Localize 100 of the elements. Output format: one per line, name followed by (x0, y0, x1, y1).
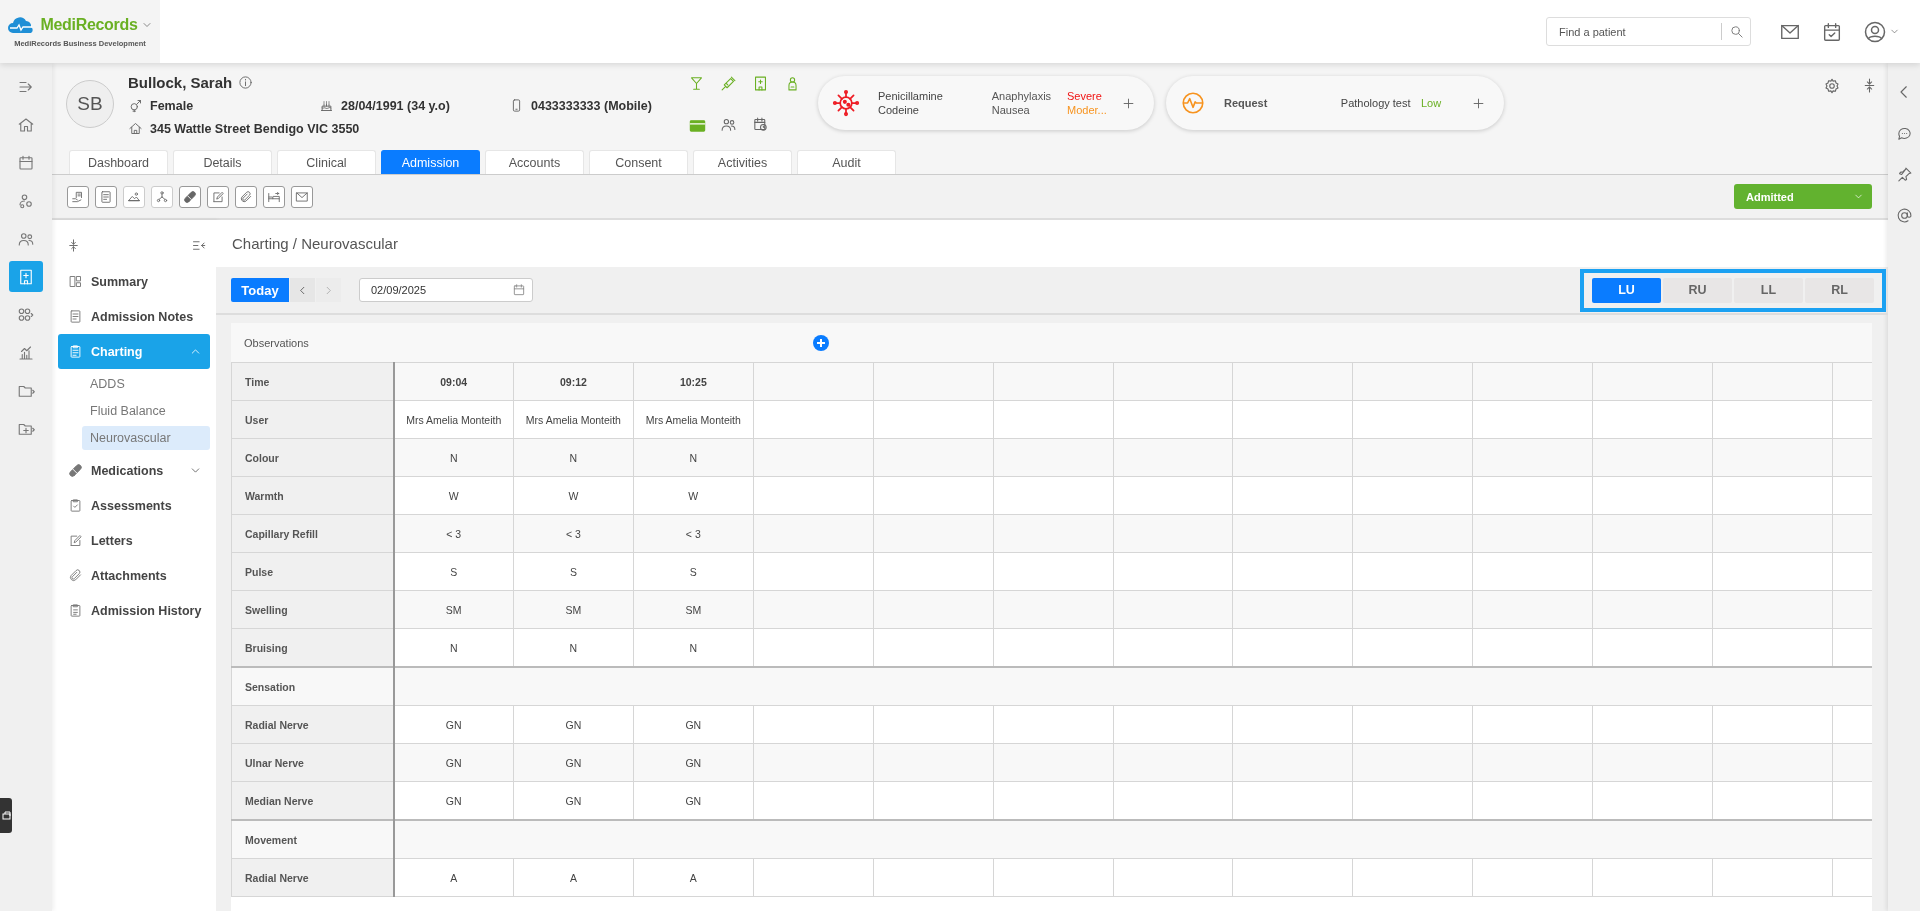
sidebar-item[interactable]: Admission Notes (58, 299, 210, 334)
table-cell: W (393, 476, 514, 515)
mail-icon (295, 189, 309, 204)
sidebar-item[interactable]: Attachments (58, 558, 210, 593)
sidebar-item[interactable]: Letters (58, 523, 210, 558)
severity-label: Severe (1067, 90, 1103, 102)
groups-icon (17, 305, 35, 324)
tab[interactable]: Dashboard (69, 150, 168, 174)
time-header: 09:12 (513, 362, 634, 401)
sidebar-subitem[interactable]: Neurovascular (82, 426, 210, 450)
table-cell: < 3 (633, 514, 754, 553)
allergy-card[interactable]: Penicillamine Codeine Anaphylaxis Nausea Severe Moder... (818, 76, 1154, 130)
table-cell: < 3 (513, 514, 634, 553)
virus-icon (832, 89, 860, 117)
limb-tab[interactable]: RL (1805, 277, 1874, 303)
calendar-check-icon[interactable] (1821, 20, 1843, 43)
sidebar-item[interactable]: Admission History (58, 593, 210, 628)
table-cell: S (633, 552, 754, 591)
hospital-icon (17, 267, 35, 286)
sidebar-subitem[interactable]: ADDS (82, 372, 210, 396)
add-icon[interactable] (1121, 95, 1136, 111)
syringe-icon[interactable] (720, 75, 737, 92)
limb-tab[interactable]: LU (1592, 277, 1661, 303)
gender-icon (128, 98, 143, 113)
clipboard-check-icon (68, 498, 83, 513)
sidebar-item[interactable]: Summary (58, 264, 210, 299)
toolbar-button[interactable] (263, 185, 285, 208)
paperclip-icon (68, 568, 83, 583)
table-cell: A (513, 858, 634, 897)
add-icon[interactable] (1471, 95, 1486, 111)
collapse-icon[interactable] (66, 237, 81, 253)
calendar-clock-icon[interactable] (752, 115, 769, 133)
patient-search-field[interactable]: Find a patient (1546, 17, 1751, 46)
row-label: Sensation (231, 667, 394, 706)
row-label: Pulse (231, 552, 394, 591)
limb-tab[interactable]: RU (1663, 277, 1732, 303)
table-cell: S (393, 552, 514, 591)
today-button[interactable]: Today (231, 278, 289, 302)
patient-address: 345 Wattle Street Bendigo VIC 3550 (150, 121, 360, 136)
chat-icon[interactable] (1895, 125, 1913, 142)
row-label: Colour (231, 438, 394, 477)
add-observation-icon[interactable] (813, 335, 829, 351)
table-cell: A (633, 858, 754, 897)
tab[interactable]: Consent (589, 150, 688, 174)
toolbar-button[interactable] (291, 185, 313, 208)
notes-icon (68, 309, 83, 324)
sidebar-subitem[interactable]: Fluid Balance (82, 399, 210, 423)
sidebar-item[interactable]: Medications (58, 453, 210, 488)
nav-rail-item[interactable] (9, 261, 43, 292)
table-cell: N (393, 438, 514, 477)
date-field[interactable]: 02/09/2025 (359, 278, 533, 302)
toolbar-button[interactable] (207, 185, 229, 208)
table-cell: A (393, 858, 514, 897)
row-label: Time (231, 362, 394, 401)
pill-icon (68, 463, 83, 478)
table-cell: SM (513, 590, 634, 629)
table-cell: W (633, 476, 754, 515)
table-cell: N (513, 438, 634, 477)
toolbar-button[interactable] (179, 185, 201, 208)
tab[interactable]: Activities (693, 150, 792, 174)
table-cell: < 3 (393, 514, 514, 553)
tab[interactable]: Details (173, 150, 272, 174)
row-label: Swelling (231, 590, 394, 629)
table-cell: GN (513, 743, 634, 782)
table-cell: GN (633, 743, 754, 782)
row-label: Radial Nerve (231, 858, 394, 897)
search-icon[interactable] (1729, 24, 1744, 39)
row-label: Warmth (231, 476, 394, 515)
info-icon[interactable] (238, 75, 254, 90)
pin-icon[interactable] (1895, 166, 1913, 183)
user-avatar-icon[interactable] (1863, 19, 1887, 44)
allergy-reaction: Anaphylaxis (991, 90, 1053, 102)
limb-tab[interactable]: LL (1734, 277, 1803, 303)
row-label: Bruising (231, 628, 394, 667)
tab[interactable]: Audit (797, 150, 896, 174)
summary-icon (68, 274, 83, 289)
toolbar-button[interactable] (67, 185, 89, 208)
sidebar-item[interactable]: Assessments (58, 488, 210, 523)
settings-icon[interactable] (1823, 77, 1841, 95)
toolbar-button[interactable] (95, 185, 117, 208)
mention-icon[interactable] (1895, 207, 1913, 224)
bed-icon (267, 189, 281, 204)
toolbar-button[interactable] (235, 185, 257, 208)
clinic-building-icon[interactable] (752, 75, 769, 92)
brand-name: MediRecords (40, 16, 138, 34)
request-card[interactable]: Request Pathology test Low (1166, 76, 1504, 130)
home-icon (128, 121, 143, 136)
tab[interactable]: Admission (381, 150, 480, 174)
cocktail-glass-icon[interactable] (688, 75, 705, 92)
tab[interactable]: Clinical (277, 150, 376, 174)
patient-avatar: SB (66, 80, 114, 128)
time-header: 10:25 (633, 362, 754, 401)
table-cell: GN (633, 705, 754, 744)
window-icon (1, 811, 11, 820)
observations-title: Observations (244, 336, 309, 349)
calendar-icon[interactable] (512, 283, 526, 297)
patient-name: Bullock, Sarah (128, 74, 233, 91)
dock-tab[interactable] (0, 798, 12, 833)
tab[interactable]: Accounts (485, 150, 584, 174)
document-icon (99, 189, 113, 204)
